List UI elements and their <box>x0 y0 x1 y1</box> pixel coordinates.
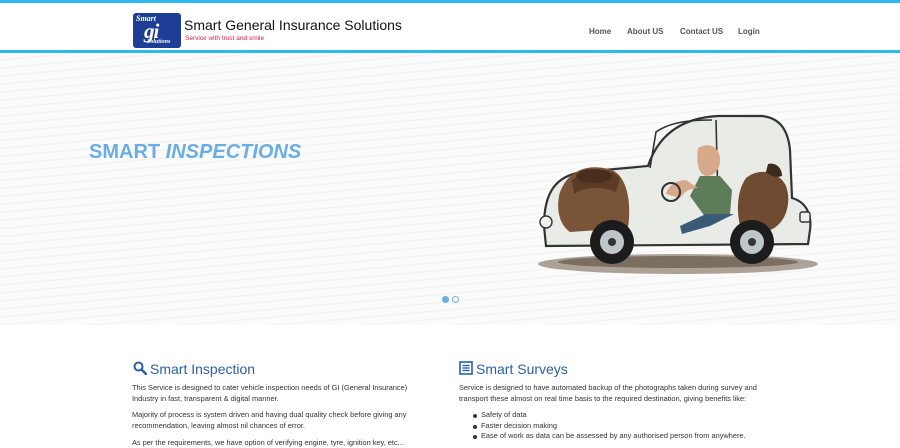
car-illustration <box>538 114 818 274</box>
list-item: Safety of data <box>471 410 801 421</box>
nav-about-us[interactable]: About US <box>627 27 663 36</box>
nav-home[interactable]: Home <box>589 27 611 36</box>
surveys-paragraph-1: Service is designed to have automated ba… <box>459 383 757 403</box>
inspection-paragraph-3: As per the requirements, we have option … <box>132 438 404 447</box>
list-item: Faster decision making <box>471 421 801 432</box>
nav-contact-us[interactable]: Contact US <box>680 27 723 36</box>
surveys-benefits-list: Safety of data Faster decision making Ea… <box>471 410 801 442</box>
logo-text-solutions: Solutions <box>147 39 171 45</box>
brand-name[interactable]: Smart General Insurance Solutions <box>184 17 402 33</box>
hero-title: SMART INSPECTIONS <box>89 141 302 163</box>
nav-login[interactable]: Login <box>738 27 760 36</box>
smart-surveys-title: Smart Surveys <box>476 361 568 377</box>
list-icon <box>459 361 473 375</box>
site-header: Smart gi Solutions Smart General Insuran… <box>0 3 900 51</box>
carousel-dot-2[interactable] <box>452 296 459 303</box>
smart-inspection-title: Smart Inspection <box>150 361 256 377</box>
carousel-dot-1[interactable] <box>442 296 449 303</box>
brand-tagline: Service with trust and smile <box>185 35 265 42</box>
brand-logo[interactable]: Smart gi Solutions <box>133 13 181 48</box>
search-icon <box>133 361 147 375</box>
list-item: Ease of work as data can be assessed by … <box>471 431 801 442</box>
inspection-paragraph-2: Majority of process is system driven and… <box>132 410 407 430</box>
inspection-paragraph-1: This Service is designed to cater vehicl… <box>132 383 408 403</box>
